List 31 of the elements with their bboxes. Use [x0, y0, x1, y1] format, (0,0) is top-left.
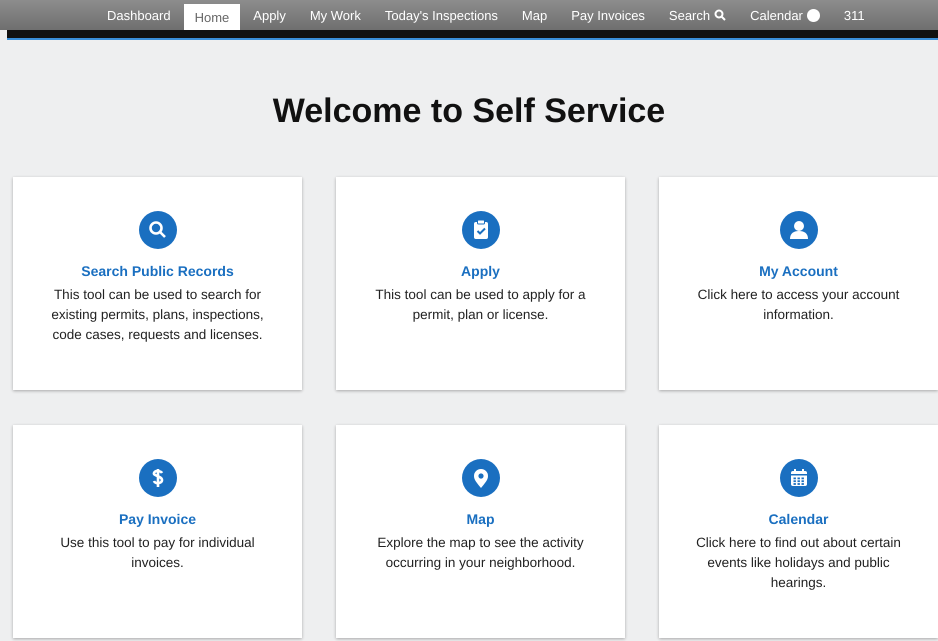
card-link[interactable]: Map	[466, 511, 494, 527]
dot-icon	[806, 8, 820, 22]
nav-tab[interactable]: Pay Invoices	[560, 0, 656, 30]
nav-tab[interactable]: Dashboard	[96, 0, 182, 30]
card-link[interactable]: Search Public Records	[81, 263, 234, 279]
nav-tab[interactable]: Today's Inspections	[374, 0, 509, 30]
nav-tab[interactable]: My Work	[298, 0, 372, 30]
person-icon	[780, 211, 818, 249]
dollar-icon	[138, 459, 176, 497]
pin-icon	[462, 459, 500, 497]
card-description: This tool can be used to apply for a permit, plan or license.	[374, 286, 587, 324]
card-description: Use this tool to pay for individual invoices.	[59, 534, 256, 572]
nav-tab[interactable]: Calendar	[739, 0, 831, 30]
nav-tab[interactable]: Apply	[242, 0, 297, 30]
card-link[interactable]: Pay Invoice	[118, 511, 196, 527]
nav-tab[interactable]: Search	[658, 0, 738, 30]
search-icon	[138, 211, 176, 249]
card-link[interactable]: Apply	[461, 263, 500, 279]
clipboard-icon	[462, 211, 500, 249]
card-description: Explore the map to see the activity occurring in your neighborhood.	[376, 534, 585, 572]
card-link[interactable]: My Account	[759, 263, 838, 279]
page-title: Welcome to Self Service	[272, 92, 666, 131]
nav-tab[interactable]: Home	[184, 4, 240, 30]
search-icon	[714, 9, 726, 21]
nav-tab[interactable]: 311	[832, 0, 876, 30]
card-link[interactable]: Calendar	[768, 511, 828, 527]
card-description: Click here to find out about certain events like holidays and public hearings.	[695, 534, 902, 592]
card-description: Click here to access your account information.	[696, 286, 900, 324]
calendar-icon	[780, 459, 818, 497]
card-description: This tool can be used to search for existing permits, plans, inspections, code cases, requests and licenses.	[50, 286, 265, 344]
nav-tab[interactable]: Map	[510, 0, 558, 30]
